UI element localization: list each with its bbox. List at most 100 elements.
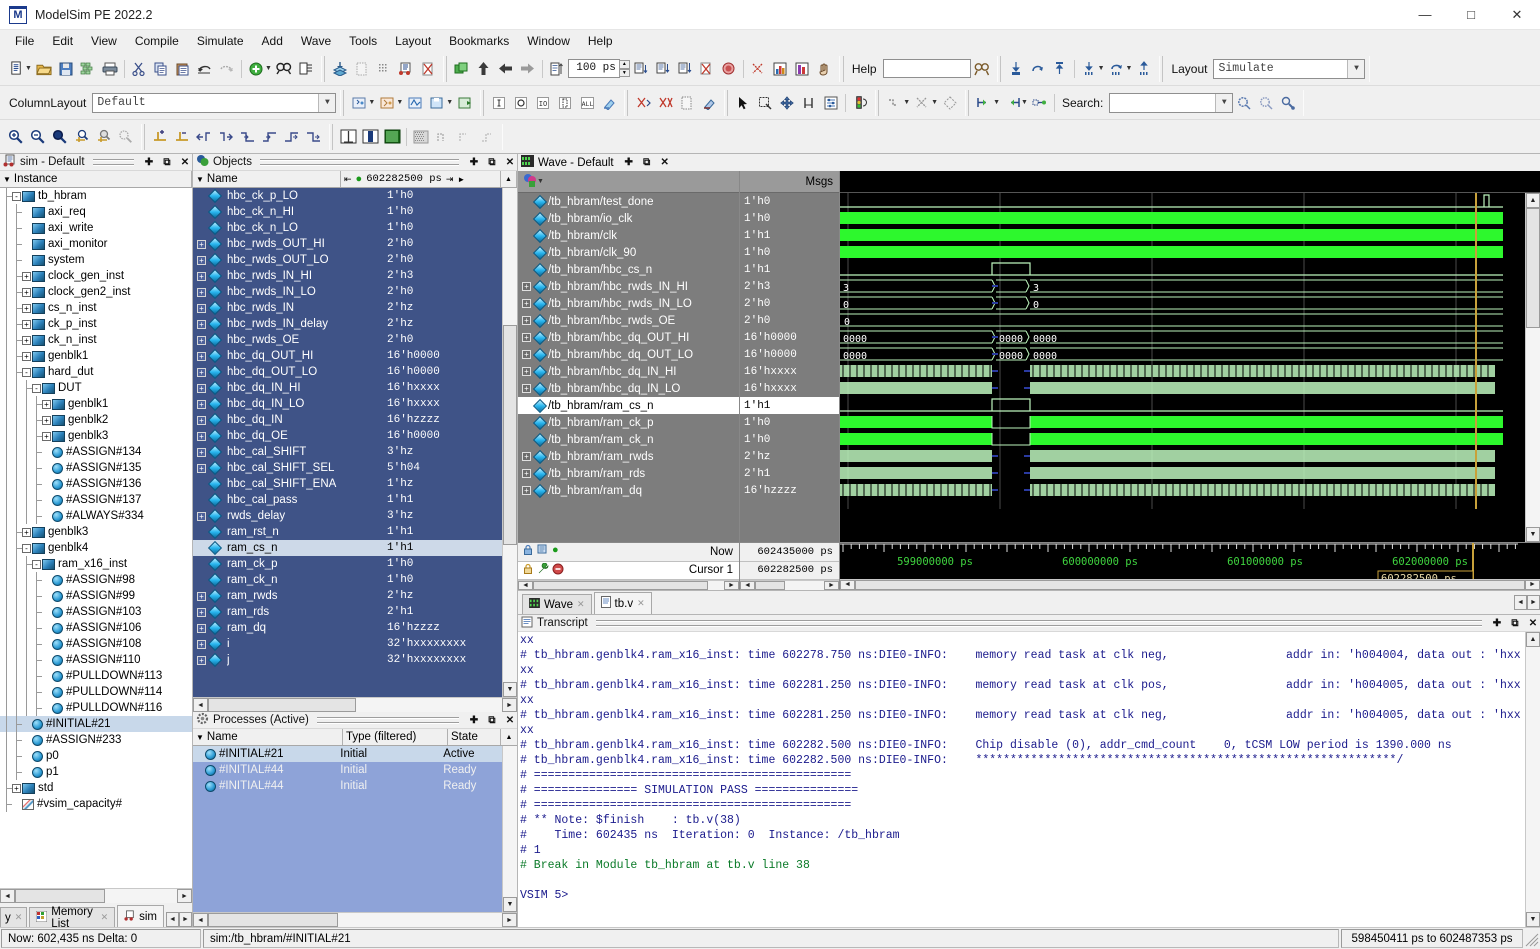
wave-values-hscroll-right[interactable]: ►	[824, 581, 839, 590]
break-icon[interactable]	[696, 58, 718, 80]
sim-tree-row[interactable]: axi_req	[0, 204, 192, 220]
cursor-lock-icon[interactable]	[522, 544, 534, 559]
tree-expander[interactable]: +	[22, 319, 31, 329]
sim-panel-undock-button[interactable]: ⧉	[160, 155, 174, 169]
hand-tool-icon[interactable]	[813, 58, 835, 80]
objects-hscroll-left-button[interactable]: ◄	[193, 698, 208, 712]
restart-icon[interactable]	[546, 58, 568, 80]
bottom-tab-sim[interactable]: sim	[117, 905, 164, 927]
objects-hscroll-right-button[interactable]: ►	[502, 698, 517, 712]
search-combo-arrow-icon[interactable]: ▼	[1215, 93, 1233, 112]
search-next-icon[interactable]	[1255, 92, 1277, 114]
menu-edit[interactable]: Edit	[43, 32, 82, 50]
wave-signal-row[interactable]: + /tb_hbram/hbc_rwds_IN_HI	[518, 278, 739, 295]
wave-signal-row[interactable]: + /tb_hbram/ram_rds	[518, 465, 739, 482]
objects-expander[interactable]	[197, 544, 206, 553]
sim-tree-row[interactable]: #ASSIGN#233	[0, 732, 192, 748]
sim-tree-row[interactable]: system	[0, 252, 192, 268]
sim-tree-row[interactable]: #ASSIGN#103	[0, 604, 192, 620]
wave-signal-row[interactable]: /tb_hbram/ram_ck_n	[518, 431, 739, 448]
sim-tree-row[interactable]: p1	[0, 764, 192, 780]
next-transition-icon[interactable]	[215, 126, 237, 148]
sim-tree-row[interactable]: #PULLDOWN#114	[0, 684, 192, 700]
tree-expander[interactable]: -	[12, 191, 21, 201]
sim-tree-row[interactable]: + genblk2	[0, 412, 192, 428]
filter-output-icon[interactable]	[510, 92, 532, 114]
objects-row[interactable]: + hbc_dq_IN_HI 16'hxxxx	[193, 380, 502, 396]
wave-signal-row[interactable]: /tb_hbram/io_clk	[518, 210, 739, 227]
processes-row[interactable]: #INITIAL#21 Initial Active	[193, 746, 502, 762]
sim-tree-row[interactable]: + cs_n_inst	[0, 300, 192, 316]
tree-expander[interactable]: -	[32, 383, 41, 393]
run-icon[interactable]	[630, 58, 652, 80]
wave-expander[interactable]: +	[522, 367, 531, 376]
clear-breakpoints-icon[interactable]	[747, 58, 769, 80]
radix-hex-icon[interactable]	[376, 92, 398, 114]
wave-signal-row[interactable]: + /tb_hbram/ram_rwds	[518, 448, 739, 465]
measure-tool-icon[interactable]	[798, 92, 820, 114]
sim-tree-row[interactable]: #PULLDOWN#116	[0, 700, 192, 716]
wave-signal-row[interactable]: + /tb_hbram/hbc_dq_OUT_HI	[518, 329, 739, 346]
sim-panel-pin-button[interactable]: ✚	[142, 155, 156, 169]
cut-signal-icon[interactable]	[632, 92, 654, 114]
sim-tree-row[interactable]: p0	[0, 748, 192, 764]
objects-expander[interactable]	[197, 192, 206, 201]
compare-diff-icon[interactable]	[939, 92, 961, 114]
wave-signal-row[interactable]: + /tb_hbram/hbc_rwds_IN_LO	[518, 295, 739, 312]
objects-scroll-up-header[interactable]: ▲	[501, 171, 517, 187]
objects-expander[interactable]: +	[197, 271, 206, 281]
menu-window[interactable]: Window	[518, 32, 579, 50]
layout-combo[interactable]: Simulate ▼	[1213, 58, 1366, 79]
wave-step-icon[interactable]	[432, 126, 454, 148]
delete-cursor-icon[interactable]	[171, 126, 193, 148]
wave-values-hscroll-left[interactable]: ◄	[740, 581, 755, 590]
wave-grid-icon[interactable]	[410, 126, 432, 148]
wave-props-icon[interactable]	[820, 92, 842, 114]
step-back-icon[interactable]	[495, 58, 517, 80]
sim-hscrollbar[interactable]: ◄ ►	[0, 888, 192, 903]
tree-expander[interactable]: +	[22, 271, 31, 281]
wave-expander[interactable]: +	[522, 333, 531, 342]
columnlayout-combo-arrow-icon[interactable]: ▼	[318, 93, 336, 112]
wave-canvas[interactable]: 3 3 0 0 0 0000 0000 0000 0000 0000 0000	[840, 193, 1525, 542]
objects-expander[interactable]	[197, 208, 206, 217]
zoom-in-icon[interactable]	[5, 126, 27, 148]
objects-row[interactable]: + i 32'hxxxxxxxx	[193, 636, 502, 652]
wave-signal-row[interactable]: /tb_hbram/clk	[518, 227, 739, 244]
objects-expander[interactable]: +	[197, 367, 206, 377]
search-combo[interactable]: ▼	[1109, 92, 1234, 113]
sim-tree-row[interactable]: + clock_gen_inst	[0, 268, 192, 284]
sim-tree-row[interactable]: + ck_n_inst	[0, 332, 192, 348]
maximize-button[interactable]: □	[1448, 0, 1494, 29]
sim-tree-row[interactable]: axi_monitor	[0, 236, 192, 252]
objects-row[interactable]: hbc_ck_n_LO 1'h0	[193, 220, 502, 236]
cursor-add-icon[interactable]: ●	[552, 544, 559, 559]
bookmark-goto-icon[interactable]	[1027, 58, 1049, 80]
objects-row[interactable]: + hbc_rwds_IN_delay 2'hz	[193, 316, 502, 332]
wave-format-icon[interactable]	[404, 92, 426, 114]
objects-row[interactable]: + hbc_rwds_IN_HI 2'h3	[193, 268, 502, 284]
objects-hscroll-thumb[interactable]	[208, 698, 356, 712]
wave-step2-icon[interactable]	[454, 126, 476, 148]
zoom-out-icon[interactable]	[27, 126, 49, 148]
objects-expander[interactable]	[197, 560, 206, 569]
objects-row[interactable]: ram_ck_p 1'h0	[193, 556, 502, 572]
processes-hscroll-left-button[interactable]: ◄	[193, 913, 208, 927]
objects-vscroll-down-button[interactable]: ▼	[503, 682, 517, 697]
filter-inout-icon[interactable]: IO	[532, 92, 554, 114]
objects-row[interactable]: + j 32'hxxxxxxxx	[193, 652, 502, 668]
objects-expander[interactable]: +	[197, 239, 206, 249]
objects-expander[interactable]: +	[197, 399, 206, 409]
wave-expander[interactable]: +	[522, 282, 531, 291]
sim-panel-close-button[interactable]: ✕	[178, 155, 192, 169]
objects-row[interactable]: hbc_cal_pass 1'h1	[193, 492, 502, 508]
objects-vscrollbar[interactable]: ▼	[502, 188, 517, 697]
open-file-icon[interactable]	[33, 58, 55, 80]
objects-row[interactable]: + hbc_rwds_IN_LO 2'h0	[193, 284, 502, 300]
wave-canvas-hscroll-left[interactable]: ◄	[840, 579, 855, 590]
objects-row[interactable]: + hbc_dq_IN 16'hzzzz	[193, 412, 502, 428]
processes-list[interactable]: #INITIAL#21 Initial Active #INITIAL#44 Initi…	[193, 746, 502, 912]
wave-names-hscroll-thumb[interactable]	[533, 581, 708, 590]
objects-row[interactable]: + hbc_cal_SHIFT 3'hz	[193, 444, 502, 460]
objects-row[interactable]: + hbc_cal_SHIFT_SEL 5'h04	[193, 460, 502, 476]
